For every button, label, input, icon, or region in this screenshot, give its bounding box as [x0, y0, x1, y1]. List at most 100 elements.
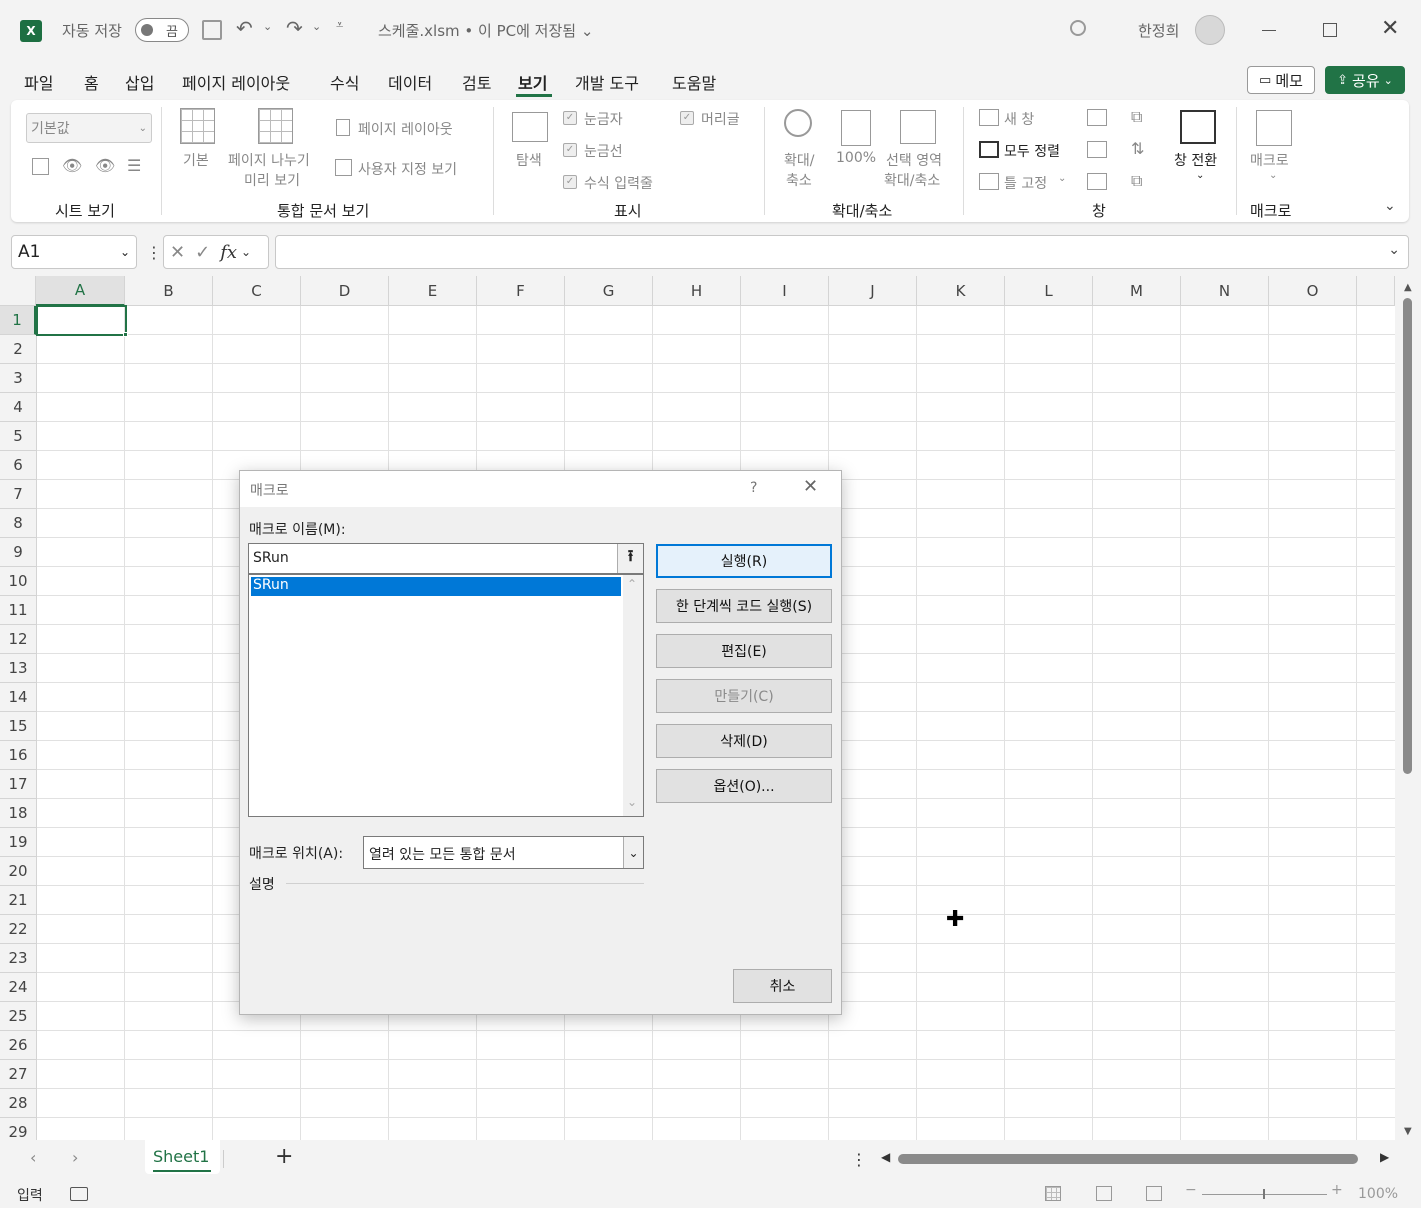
- row-header[interactable]: 22: [0, 915, 36, 944]
- scroll-down-icon[interactable]: ▼: [1404, 1126, 1412, 1137]
- keep-view-icon[interactable]: [32, 158, 49, 175]
- row-header[interactable]: 12: [0, 625, 36, 654]
- more-options-icon[interactable]: ⋮: [146, 243, 162, 262]
- scroll-up-icon[interactable]: ▲: [1404, 282, 1412, 293]
- redo-dropdown-icon[interactable]: ⌄: [312, 20, 321, 33]
- enter-formula-icon[interactable]: ✓: [195, 242, 210, 263]
- macro-location-select[interactable]: 열려 있는 모든 통합 문서 ⌄: [363, 836, 644, 869]
- maximize-icon[interactable]: [1323, 23, 1337, 37]
- column-header[interactable]: O: [1269, 276, 1357, 306]
- ruler-checkbox[interactable]: ✓: [563, 111, 577, 125]
- row-header[interactable]: 1: [0, 306, 36, 335]
- autosave-toggle[interactable]: 끔: [135, 18, 189, 42]
- page-layout-icon[interactable]: [336, 119, 350, 136]
- column-header[interactable]: D: [301, 276, 389, 306]
- upload-arrow-icon[interactable]: ⭱: [617, 544, 643, 573]
- column-header[interactable]: N: [1181, 276, 1269, 306]
- active-cell[interactable]: [36, 305, 127, 336]
- add-sheet-icon[interactable]: +: [275, 1144, 293, 1169]
- column-header[interactable]: A: [36, 276, 125, 306]
- scroll-left-icon[interactable]: ◀: [881, 1150, 890, 1164]
- switch-windows-icon[interactable]: [1180, 110, 1216, 144]
- view-side-by-side-icon[interactable]: ⧉: [1131, 107, 1142, 127]
- row-header[interactable]: 20: [0, 857, 36, 886]
- page-break-view-icon[interactable]: [1146, 1186, 1162, 1201]
- formula-input[interactable]: ⌄: [275, 235, 1409, 269]
- chevron-down-icon[interactable]: ⌄: [623, 837, 643, 868]
- tab-data[interactable]: 데이터: [388, 70, 432, 94]
- macro-name-input[interactable]: SRun ⭱: [248, 543, 644, 574]
- zoom-out-icon[interactable]: −: [1185, 1182, 1197, 1198]
- freeze-panes-icon[interactable]: [979, 173, 999, 190]
- chevron-left-icon[interactable]: ‹: [30, 1148, 36, 1167]
- scroll-up-icon[interactable]: ⌃: [627, 577, 637, 591]
- unhide-icon[interactable]: [1087, 173, 1107, 190]
- row-header[interactable]: 4: [0, 393, 36, 422]
- row-header[interactable]: 19: [0, 828, 36, 857]
- zoom-level[interactable]: 100%: [1358, 1186, 1398, 1202]
- undo-dropdown-icon[interactable]: ⌄: [263, 20, 272, 33]
- new-window-label[interactable]: 새 창: [1004, 109, 1034, 129]
- tab-review[interactable]: 검토: [462, 70, 491, 94]
- row-header[interactable]: 9: [0, 538, 36, 567]
- custom-views-label[interactable]: 사용자 지정 보기: [358, 159, 457, 179]
- horizontal-scroll-thumb[interactable]: [898, 1154, 1358, 1164]
- name-box[interactable]: A1 ⌄: [11, 235, 137, 269]
- row-header[interactable]: 11: [0, 596, 36, 625]
- navigation-icon[interactable]: [512, 112, 548, 142]
- normal-view-icon[interactable]: [180, 108, 215, 144]
- delete-button[interactable]: 삭제(D): [656, 724, 832, 758]
- macro-list[interactable]: SRun ⌃ ⌄: [248, 574, 644, 817]
- page-layout-view-icon[interactable]: [1096, 1186, 1112, 1201]
- zoom-in-icon[interactable]: +: [1331, 1182, 1343, 1198]
- chevron-right-icon[interactable]: ›: [72, 1148, 78, 1167]
- gridlines-checkbox[interactable]: ✓: [563, 143, 577, 157]
- insert-function-icon[interactable]: fx: [220, 242, 237, 263]
- tab-page-layout[interactable]: 페이지 레이아웃: [182, 70, 290, 94]
- minimize-icon[interactable]: [1262, 30, 1276, 31]
- row-header[interactable]: 8: [0, 509, 36, 538]
- row-header[interactable]: 5: [0, 422, 36, 451]
- column-header[interactable]: J: [829, 276, 917, 306]
- headings-checkbox[interactable]: ✓: [680, 111, 694, 125]
- row-header[interactable]: 26: [0, 1031, 36, 1060]
- scroll-right-icon[interactable]: ▶: [1380, 1150, 1389, 1164]
- row-header[interactable]: 21: [0, 886, 36, 915]
- arrange-all-label[interactable]: 모두 정렬: [1004, 141, 1060, 161]
- document-title[interactable]: 스케줄.xlsm • 이 PC에 저장됨 ⌄: [378, 20, 593, 41]
- run-button[interactable]: 실행(R): [656, 544, 832, 578]
- column-header[interactable]: M: [1093, 276, 1181, 306]
- undo-icon[interactable]: ↶: [236, 16, 253, 40]
- create-button[interactable]: 만들기(C): [656, 679, 832, 713]
- new-window-icon[interactable]: [979, 109, 999, 126]
- sync-scroll-icon[interactable]: ⇅: [1131, 139, 1144, 158]
- row-header[interactable]: 14: [0, 683, 36, 712]
- tab-view[interactable]: 보기: [518, 70, 547, 94]
- tab-insert[interactable]: 삽입: [125, 70, 154, 94]
- column-header[interactable]: K: [917, 276, 1005, 306]
- row-header[interactable]: 2: [0, 335, 36, 364]
- share-button[interactable]: ⇪ 공유 ⌄: [1325, 66, 1405, 94]
- reset-position-icon[interactable]: ⧉: [1131, 171, 1142, 191]
- navigation-label[interactable]: 탐색: [516, 150, 542, 170]
- tab-file[interactable]: 파일: [24, 70, 53, 94]
- avatar[interactable]: [1195, 15, 1225, 45]
- collapse-ribbon-icon[interactable]: ⌄: [1384, 198, 1396, 214]
- macros-icon[interactable]: [1256, 110, 1292, 146]
- row-header[interactable]: 10: [0, 567, 36, 596]
- zoom-slider-thumb[interactable]: [1263, 1189, 1265, 1199]
- zoom-100-icon[interactable]: [841, 110, 871, 146]
- hide-icon[interactable]: [1087, 141, 1107, 158]
- column-header[interactable]: F: [477, 276, 565, 306]
- formula-bar-checkbox[interactable]: ✓: [563, 175, 577, 189]
- row-header[interactable]: 7: [0, 480, 36, 509]
- row-header[interactable]: 18: [0, 799, 36, 828]
- sheet-view-dropdown[interactable]: 기본값 ⌄: [26, 113, 152, 143]
- page-layout-label[interactable]: 페이지 레이아웃: [358, 119, 453, 139]
- column-header[interactable]: E: [389, 276, 477, 306]
- row-header[interactable]: 24: [0, 973, 36, 1002]
- options-button[interactable]: 옵션(O)...: [656, 769, 832, 803]
- search-icon[interactable]: [1070, 20, 1086, 36]
- cancel-formula-icon[interactable]: ✕: [170, 242, 185, 263]
- zoom-selection-icon[interactable]: [900, 110, 936, 144]
